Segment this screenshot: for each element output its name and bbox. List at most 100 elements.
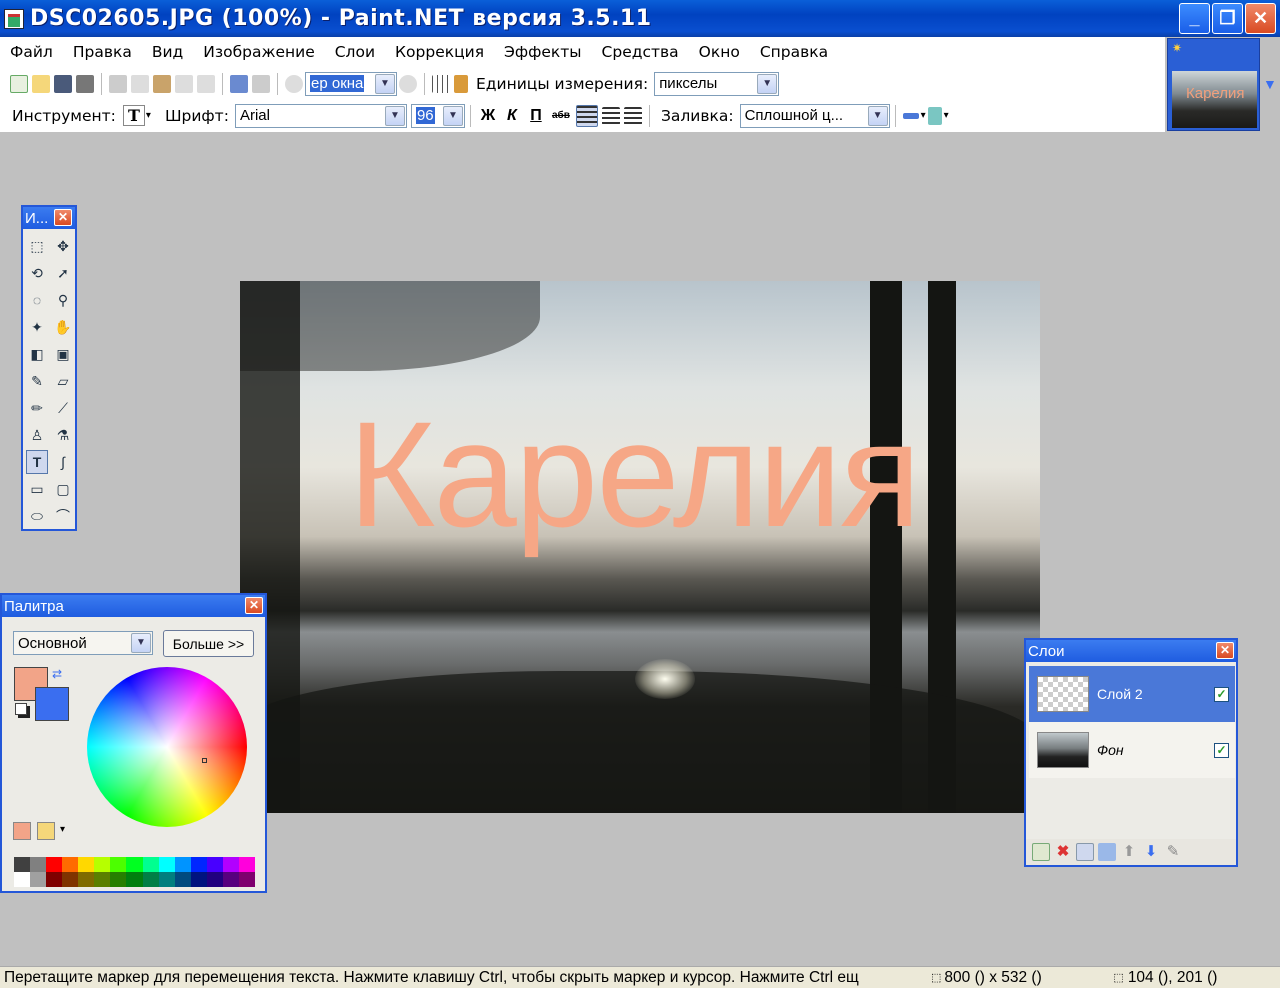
zoom-icon[interactable]: ⚲ xyxy=(52,288,74,312)
palette-swatch[interactable] xyxy=(158,857,175,872)
chevron-down-icon[interactable]: ▾ xyxy=(146,110,151,121)
image-canvas[interactable]: Карелия xyxy=(240,281,1040,813)
freeform-shape-icon[interactable]: ⌒ xyxy=(52,504,74,528)
underline-button[interactable]: П xyxy=(525,107,547,125)
chevron-down-icon[interactable]: ▼ xyxy=(867,105,888,126)
layer-visibility-checkbox[interactable]: ✓ xyxy=(1214,686,1229,702)
palette-swatch[interactable] xyxy=(110,857,127,872)
eraser-icon[interactable]: ▱ xyxy=(52,369,74,393)
bold-button[interactable]: Ж xyxy=(477,107,499,125)
lasso-select-icon[interactable]: ⟲ xyxy=(26,261,48,285)
rectangle-select-icon[interactable]: ⬚ xyxy=(26,234,48,258)
palette-mode-combo[interactable]: Основной ▼ xyxy=(13,631,153,655)
cut-icon[interactable] xyxy=(109,74,127,93)
palette-swatch[interactable] xyxy=(126,857,143,872)
chevron-down-icon[interactable]: ▾ xyxy=(921,110,926,121)
maximize-button[interactable]: ❐ xyxy=(1212,3,1243,34)
magic-wand-icon[interactable]: ✦ xyxy=(26,315,48,339)
palette-menu-icon[interactable] xyxy=(37,822,55,840)
chevron-down-icon[interactable]: ▼ xyxy=(757,73,778,94)
font-size-combo[interactable]: 96 ▼ xyxy=(410,103,465,128)
palette-swatch[interactable] xyxy=(30,857,47,872)
palette-swatch[interactable] xyxy=(14,857,31,872)
pan-icon[interactable]: ✋ xyxy=(52,315,74,339)
align-right-icon[interactable] xyxy=(623,106,642,125)
blend-mode-icon[interactable] xyxy=(927,106,942,125)
pencil-icon[interactable]: ✏ xyxy=(26,396,48,420)
palette-swatch[interactable] xyxy=(14,872,31,887)
palette-swatch[interactable] xyxy=(126,872,143,887)
layer-visibility-checkbox[interactable]: ✓ xyxy=(1214,742,1229,758)
units-combo[interactable]: пикселы ▼ xyxy=(654,71,780,96)
add-layer-icon[interactable] xyxy=(1032,843,1050,861)
align-center-icon[interactable] xyxy=(601,106,620,125)
palette-swatch[interactable] xyxy=(62,857,79,872)
layer-row[interactable]: Фон ✓ xyxy=(1029,722,1235,778)
menu-layers[interactable]: Слои xyxy=(325,43,385,61)
antialias-icon[interactable] xyxy=(902,112,919,119)
chevron-down-icon[interactable]: ▼ xyxy=(375,73,395,94)
palette-swatch[interactable] xyxy=(46,857,63,872)
palette-swatch[interactable] xyxy=(158,872,175,887)
menu-file[interactable]: Файл xyxy=(0,43,63,61)
minimize-button[interactable]: _ xyxy=(1179,3,1210,34)
menu-view[interactable]: Вид xyxy=(142,43,193,61)
reset-colors-icon[interactable] xyxy=(15,703,27,715)
fill-combo[interactable]: Сплошной ц... ▼ xyxy=(739,103,890,128)
menu-effects[interactable]: Эффекты xyxy=(494,43,592,61)
clone-stamp-icon[interactable]: ♙ xyxy=(26,423,48,447)
layer-row[interactable]: Слой 2 ✓ xyxy=(1029,666,1235,722)
menu-edit[interactable]: Правка xyxy=(63,43,142,61)
chevron-down-icon[interactable]: ▾ xyxy=(944,110,949,121)
palette-swatch[interactable] xyxy=(142,857,159,872)
palette-swatch[interactable] xyxy=(206,872,223,887)
swap-colors-icon[interactable]: ⇄ xyxy=(52,667,62,681)
recolor-icon[interactable]: ⚗ xyxy=(52,423,74,447)
palette-swatch[interactable] xyxy=(94,857,111,872)
paintbrush-icon[interactable]: ✎ xyxy=(26,369,48,393)
image-thumbnail-tab[interactable]: ✷ Карелия xyxy=(1167,38,1260,131)
move-selection-icon[interactable]: ➚ xyxy=(52,261,74,285)
move-layer-up-icon[interactable]: ⬆ xyxy=(1120,843,1138,861)
copy-icon[interactable] xyxy=(131,74,149,93)
undo-icon[interactable] xyxy=(230,74,248,93)
secondary-color-swatch[interactable] xyxy=(35,687,69,721)
palette-swatch[interactable] xyxy=(238,872,255,887)
font-combo[interactable]: Arial ▼ xyxy=(234,103,407,128)
ellipse-icon[interactable]: ⬭ xyxy=(26,504,48,528)
close-icon[interactable]: ✕ xyxy=(1216,642,1234,659)
deselect-icon[interactable] xyxy=(197,74,215,93)
rectangle-icon[interactable]: ▭ xyxy=(26,477,48,501)
zoom-combo[interactable]: ер окна ▼ xyxy=(305,71,397,96)
palette-swatch[interactable] xyxy=(94,872,111,887)
text-tool-icon[interactable]: T xyxy=(26,450,48,474)
more-button[interactable]: Больше >> xyxy=(163,630,254,657)
ellipse-select-icon[interactable]: ◌ xyxy=(26,288,48,312)
delete-layer-icon[interactable]: ✖ xyxy=(1054,843,1072,861)
rounded-rectangle-icon[interactable]: ▢ xyxy=(52,477,74,501)
zoom-out-icon[interactable] xyxy=(285,74,303,93)
color-picker-icon[interactable]: ⟋ xyxy=(52,396,74,420)
close-button[interactable]: ✕ xyxy=(1245,3,1276,34)
chevron-down-icon[interactable]: ▼ xyxy=(384,105,405,126)
palette-swatch[interactable] xyxy=(78,872,95,887)
palette-swatch[interactable] xyxy=(78,857,95,872)
move-layer-down-icon[interactable]: ⬇ xyxy=(1142,843,1160,861)
menu-tools[interactable]: Средства xyxy=(592,43,689,61)
merge-layer-down-icon[interactable] xyxy=(1098,843,1116,861)
grid-icon[interactable] xyxy=(432,74,450,93)
paste-icon[interactable] xyxy=(153,74,171,93)
palette-swatch[interactable] xyxy=(190,872,207,887)
move-selected-icon[interactable]: ✥ xyxy=(52,234,74,258)
text-tool-icon[interactable]: T xyxy=(122,105,145,126)
palette-swatch[interactable] xyxy=(222,857,239,872)
chevron-down-icon[interactable]: ▼ xyxy=(442,105,463,126)
italic-button[interactable]: К xyxy=(501,107,523,125)
chevron-down-icon[interactable]: ▼ xyxy=(1263,76,1277,92)
menu-adjustments[interactable]: Коррекция xyxy=(385,43,494,61)
menu-image[interactable]: Изображение xyxy=(193,43,324,61)
zoom-in-icon[interactable] xyxy=(399,74,417,93)
palette-swatch[interactable] xyxy=(30,872,47,887)
chevron-down-icon[interactable]: ▼ xyxy=(131,633,151,653)
print-icon[interactable] xyxy=(76,74,94,93)
